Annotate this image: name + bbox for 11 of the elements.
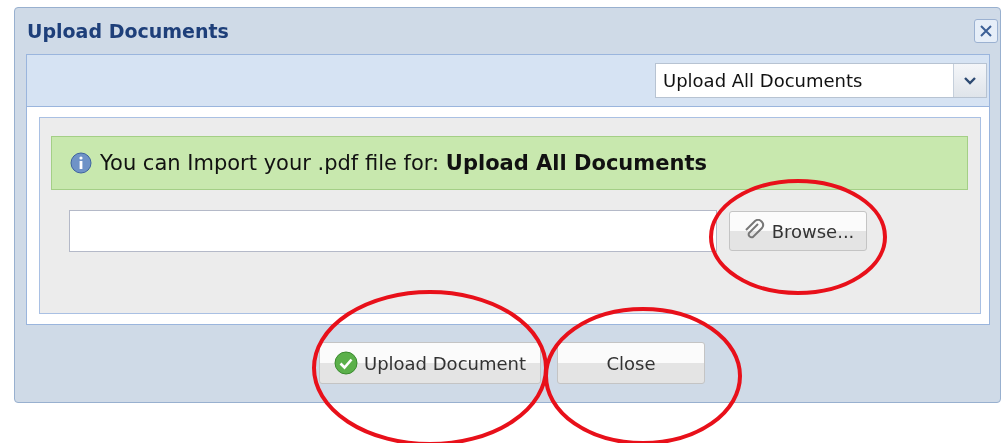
document-type-dropdown[interactable]: Upload All Documents [655, 63, 987, 98]
upload-button[interactable]: Upload Document [319, 342, 541, 384]
file-path-field[interactable] [69, 210, 717, 252]
close-icon[interactable] [974, 19, 998, 43]
checkmark-icon [333, 351, 358, 375]
info-message: You can Import your .pdf file for: Upload All Documents [100, 151, 707, 175]
close-button[interactable]: Close [557, 342, 705, 384]
info-icon [70, 152, 92, 174]
browse-button[interactable]: Browse... [729, 211, 867, 251]
chevron-down-icon [963, 75, 977, 86]
window-title: Upload Documents [26, 20, 229, 42]
